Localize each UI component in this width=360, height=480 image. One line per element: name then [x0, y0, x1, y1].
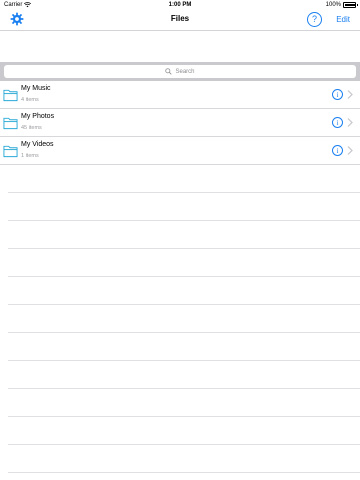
file-list: My Music 4 items i My Photos 45 items i — [0, 81, 360, 165]
status-time: 1:00 PM — [168, 2, 192, 8]
search-input[interactable]: Search — [4, 65, 356, 78]
info-icon[interactable]: i — [332, 89, 343, 100]
empty-table-rows — [8, 165, 360, 473]
files-screen: Carrier 1:00 PM 100% Files ? Edit Search… — [0, 0, 360, 480]
table-separator — [8, 305, 360, 333]
list-item[interactable]: My Photos 45 items i — [0, 109, 360, 137]
table-separator — [8, 417, 360, 445]
table-separator — [8, 221, 360, 249]
table-separator — [8, 277, 360, 305]
table-separator — [8, 249, 360, 277]
folder-icon — [3, 145, 18, 158]
info-icon[interactable]: i — [332, 145, 343, 156]
table-separator — [8, 193, 360, 221]
search-placeholder: Search — [175, 68, 195, 75]
navigation-bar: Files ? Edit — [0, 11, 360, 30]
chevron-right-icon — [347, 146, 353, 155]
folder-name: My Videos — [21, 141, 54, 148]
table-separator — [8, 333, 360, 361]
folder-icon — [3, 117, 18, 130]
list-item[interactable]: My Videos 1 items i — [0, 137, 360, 165]
status-bar: Carrier 1:00 PM 100% — [0, 0, 360, 11]
info-icon[interactable]: i — [332, 117, 343, 128]
search-bar: Search — [0, 62, 360, 81]
battery-icon — [343, 2, 358, 8]
folder-name: My Photos — [21, 113, 55, 120]
chevron-right-icon — [347, 118, 353, 127]
help-button[interactable]: ? — [307, 12, 322, 27]
folder-icon — [3, 89, 18, 102]
table-separator — [8, 389, 360, 417]
folder-item-count: 45 items — [21, 125, 42, 131]
page-title: Files — [170, 14, 190, 23]
table-separator — [8, 361, 360, 389]
table-separator — [8, 445, 360, 473]
folder-item-count: 4 items — [21, 97, 39, 103]
chevron-right-icon — [347, 90, 353, 99]
nav-divider — [0, 30, 360, 31]
table-separator — [8, 165, 360, 193]
search-icon — [165, 68, 173, 75]
folder-name: My Music — [21, 85, 51, 92]
edit-button[interactable]: Edit — [336, 15, 350, 24]
list-item[interactable]: My Music 4 items i — [0, 81, 360, 109]
status-right: 100% — [325, 2, 358, 8]
battery-percent: 100% — [325, 2, 341, 8]
folder-item-count: 1 items — [21, 153, 39, 159]
battery-fill — [345, 4, 356, 6]
